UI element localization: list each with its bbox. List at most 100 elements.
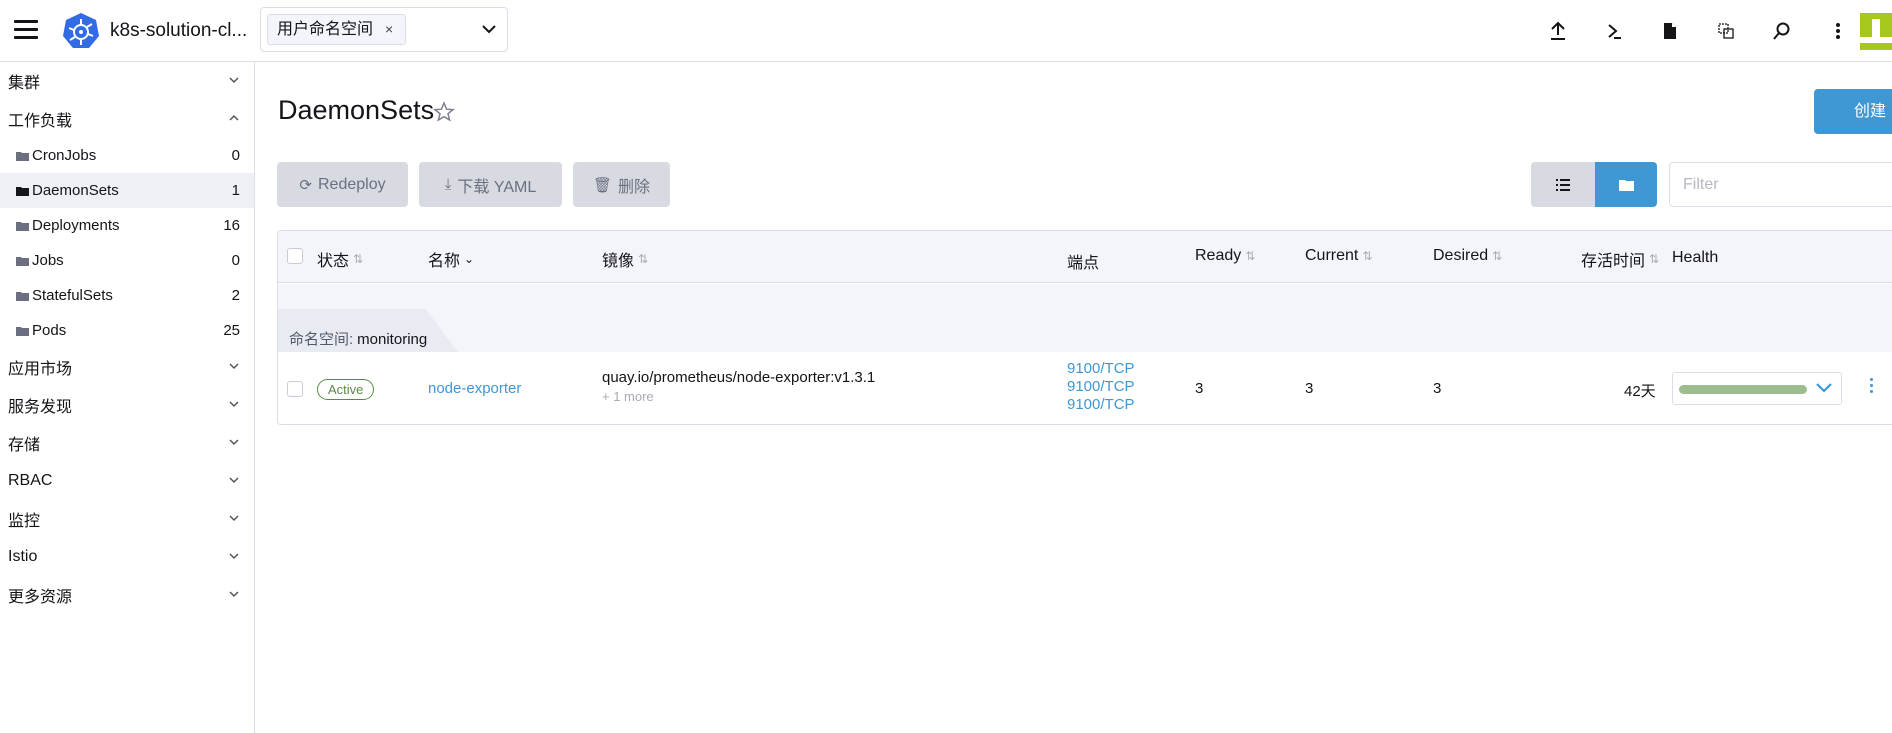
create-button[interactable]: 创建 [1814, 89, 1892, 134]
delete-button[interactable]: 🗑 删除 [573, 162, 670, 207]
sidebar-item-label: Pods [32, 322, 67, 339]
download-icon: ⤓ [444, 176, 452, 193]
column-header-image[interactable]: 镜像 ⇅ [602, 247, 648, 271]
chevron-down-icon [229, 439, 239, 446]
sidebar-item-cronjobs[interactable]: CronJobs 0 [0, 138, 254, 173]
chip-remove-icon[interactable]: × [385, 15, 393, 44]
desired-count: 3 [1433, 380, 1442, 397]
menu-icon[interactable] [14, 20, 38, 40]
current-count: 3 [1305, 380, 1314, 397]
group-by-namespace-toggle[interactable] [1595, 162, 1657, 207]
sidebar-item-deployments[interactable]: Deployments 16 [0, 208, 254, 243]
file-icon[interactable] [1642, 18, 1698, 44]
namespace-chip: 用户命名空间 × [267, 14, 407, 45]
folder-icon [16, 186, 29, 196]
endpoint-link[interactable]: 9100/TCP [1067, 360, 1135, 377]
column-header-ready[interactable]: Ready ⇅ [1195, 247, 1255, 265]
sidebar-group-more-resources[interactable]: 更多资源 [0, 576, 254, 614]
sort-icon: ⇅ [1649, 252, 1660, 266]
cluster-name[interactable]: k8s-solution-cl... [110, 20, 247, 42]
filter-input[interactable] [1669, 162, 1892, 207]
column-header-name[interactable]: 名称 ⌄ [428, 247, 474, 271]
sidebar-item-daemonsets[interactable]: DaemonSets 1 [0, 173, 254, 208]
status-badge: Active [317, 379, 375, 400]
health-dropdown[interactable] [1672, 372, 1842, 405]
sidebar-group-service-discovery[interactable]: 服务发现 [0, 386, 254, 424]
column-header-desired[interactable]: Desired ⇅ [1433, 247, 1502, 265]
chevron-down-icon [229, 477, 239, 484]
sidebar-group-apps[interactable]: 应用市场 [0, 348, 254, 386]
chevron-down-icon [1816, 383, 1832, 393]
folder-icon [16, 151, 29, 161]
chevron-down-icon[interactable] [481, 21, 497, 37]
sidebar-group-label: 应用市场 [8, 361, 73, 378]
sidebar-group-rbac[interactable]: RBAC [0, 462, 254, 500]
image-name: quay.io/prometheus/node-exporter:v1.3.1 [602, 369, 876, 386]
folder-icon [16, 221, 29, 231]
download-yaml-button[interactable]: ⤓ 下载 YAML [419, 162, 562, 207]
sidebar-group-monitoring[interactable]: 监控 [0, 500, 254, 538]
sidebar-group-label: 监控 [8, 513, 41, 530]
endpoint-link[interactable]: 9100/TCP [1067, 378, 1135, 395]
sidebar-item-count: 1 [231, 182, 240, 199]
sidebar-item-label: StatefulSets [32, 287, 113, 304]
namespace-group-label: 命名空间: monitoring [289, 328, 427, 349]
chevron-down-icon [229, 77, 239, 84]
sidebar-item-count: 16 [223, 217, 240, 234]
flat-list-view-toggle[interactable] [1531, 162, 1595, 207]
chevron-down-icon [229, 591, 239, 598]
chevron-up-icon [229, 114, 239, 121]
sidebar-group-workloads[interactable]: 工作负载 [0, 100, 254, 138]
age-value: 42天 [1624, 383, 1656, 400]
redeploy-label: Redeploy [317, 175, 386, 193]
column-header-label: 端点 [1067, 255, 1100, 272]
shell-icon[interactable] [1586, 18, 1642, 44]
sort-icon: ⇅ [1245, 249, 1256, 263]
column-header-label: Current [1305, 247, 1359, 264]
sidebar-item-jobs[interactable]: Jobs 0 [0, 243, 254, 278]
download-yaml-label: 下载 YAML [457, 178, 537, 196]
sidebar-group-istio[interactable]: Istio [0, 538, 254, 576]
trash-icon: 🗑 [592, 176, 613, 194]
resource-name-link[interactable]: node-exporter [428, 380, 521, 397]
sort-icon: ⇅ [1492, 249, 1503, 263]
search-icon[interactable] [1754, 18, 1810, 44]
copy-config-icon[interactable] [1698, 18, 1754, 44]
select-all-checkbox[interactable] [287, 248, 303, 264]
sidebar-group-label: 存储 [8, 437, 41, 454]
chevron-down-icon [229, 401, 239, 408]
sidebar-group-label: 服务发现 [8, 399, 73, 416]
user-avatar[interactable] [1860, 13, 1892, 50]
sidebar-item-statefulsets[interactable]: StatefulSets 2 [0, 278, 254, 313]
kubernetes-logo-icon [63, 13, 99, 48]
sidebar-item-label: Jobs [32, 252, 64, 269]
image-more-link[interactable]: + 1 more [602, 389, 654, 404]
column-header-state[interactable]: 状态 ⇅ [317, 247, 363, 271]
sidebar-group-cluster[interactable]: 集群 [0, 62, 254, 100]
row-checkbox[interactable] [287, 381, 303, 397]
sidebar-group-label: 更多资源 [8, 589, 73, 606]
sidebar-group-storage[interactable]: 存储 [0, 424, 254, 462]
sidebar-item-label: DaemonSets [32, 182, 119, 199]
more-vertical-icon[interactable] [1810, 18, 1866, 44]
sidebar-item-count: 25 [223, 322, 240, 339]
folder-icon [1618, 179, 1634, 191]
namespace-group-name: monitoring [357, 331, 428, 348]
sidebar-item-count: 0 [231, 252, 240, 269]
top-header: k8s-solution-cl... 用户命名空间 × [0, 0, 1892, 62]
namespace-selector[interactable]: 用户命名空间 × [260, 7, 508, 52]
sidebar-group-label: 工作负载 [8, 113, 73, 130]
upload-icon[interactable] [1530, 18, 1586, 44]
namespace-chip-label: 用户命名空间 [277, 21, 374, 38]
star-icon[interactable] [433, 101, 455, 123]
column-header-label: Desired [1433, 247, 1489, 264]
sidebar-group-label: RBAC [8, 472, 53, 489]
row-actions-icon[interactable] [1863, 378, 1879, 400]
column-header-current[interactable]: Current ⇅ [1305, 247, 1372, 265]
redeploy-button[interactable]: ⟳ Redeploy [277, 162, 408, 207]
endpoint-link[interactable]: 9100/TCP [1067, 396, 1135, 413]
sidebar-nav: 集群 工作负载 CronJobs 0 DaemonSets 1 Deployme… [0, 62, 255, 733]
column-header-age[interactable]: 存活时间 ⇅ [1581, 247, 1659, 271]
health-bar [1679, 385, 1807, 394]
sidebar-item-pods[interactable]: Pods 25 [0, 313, 254, 348]
